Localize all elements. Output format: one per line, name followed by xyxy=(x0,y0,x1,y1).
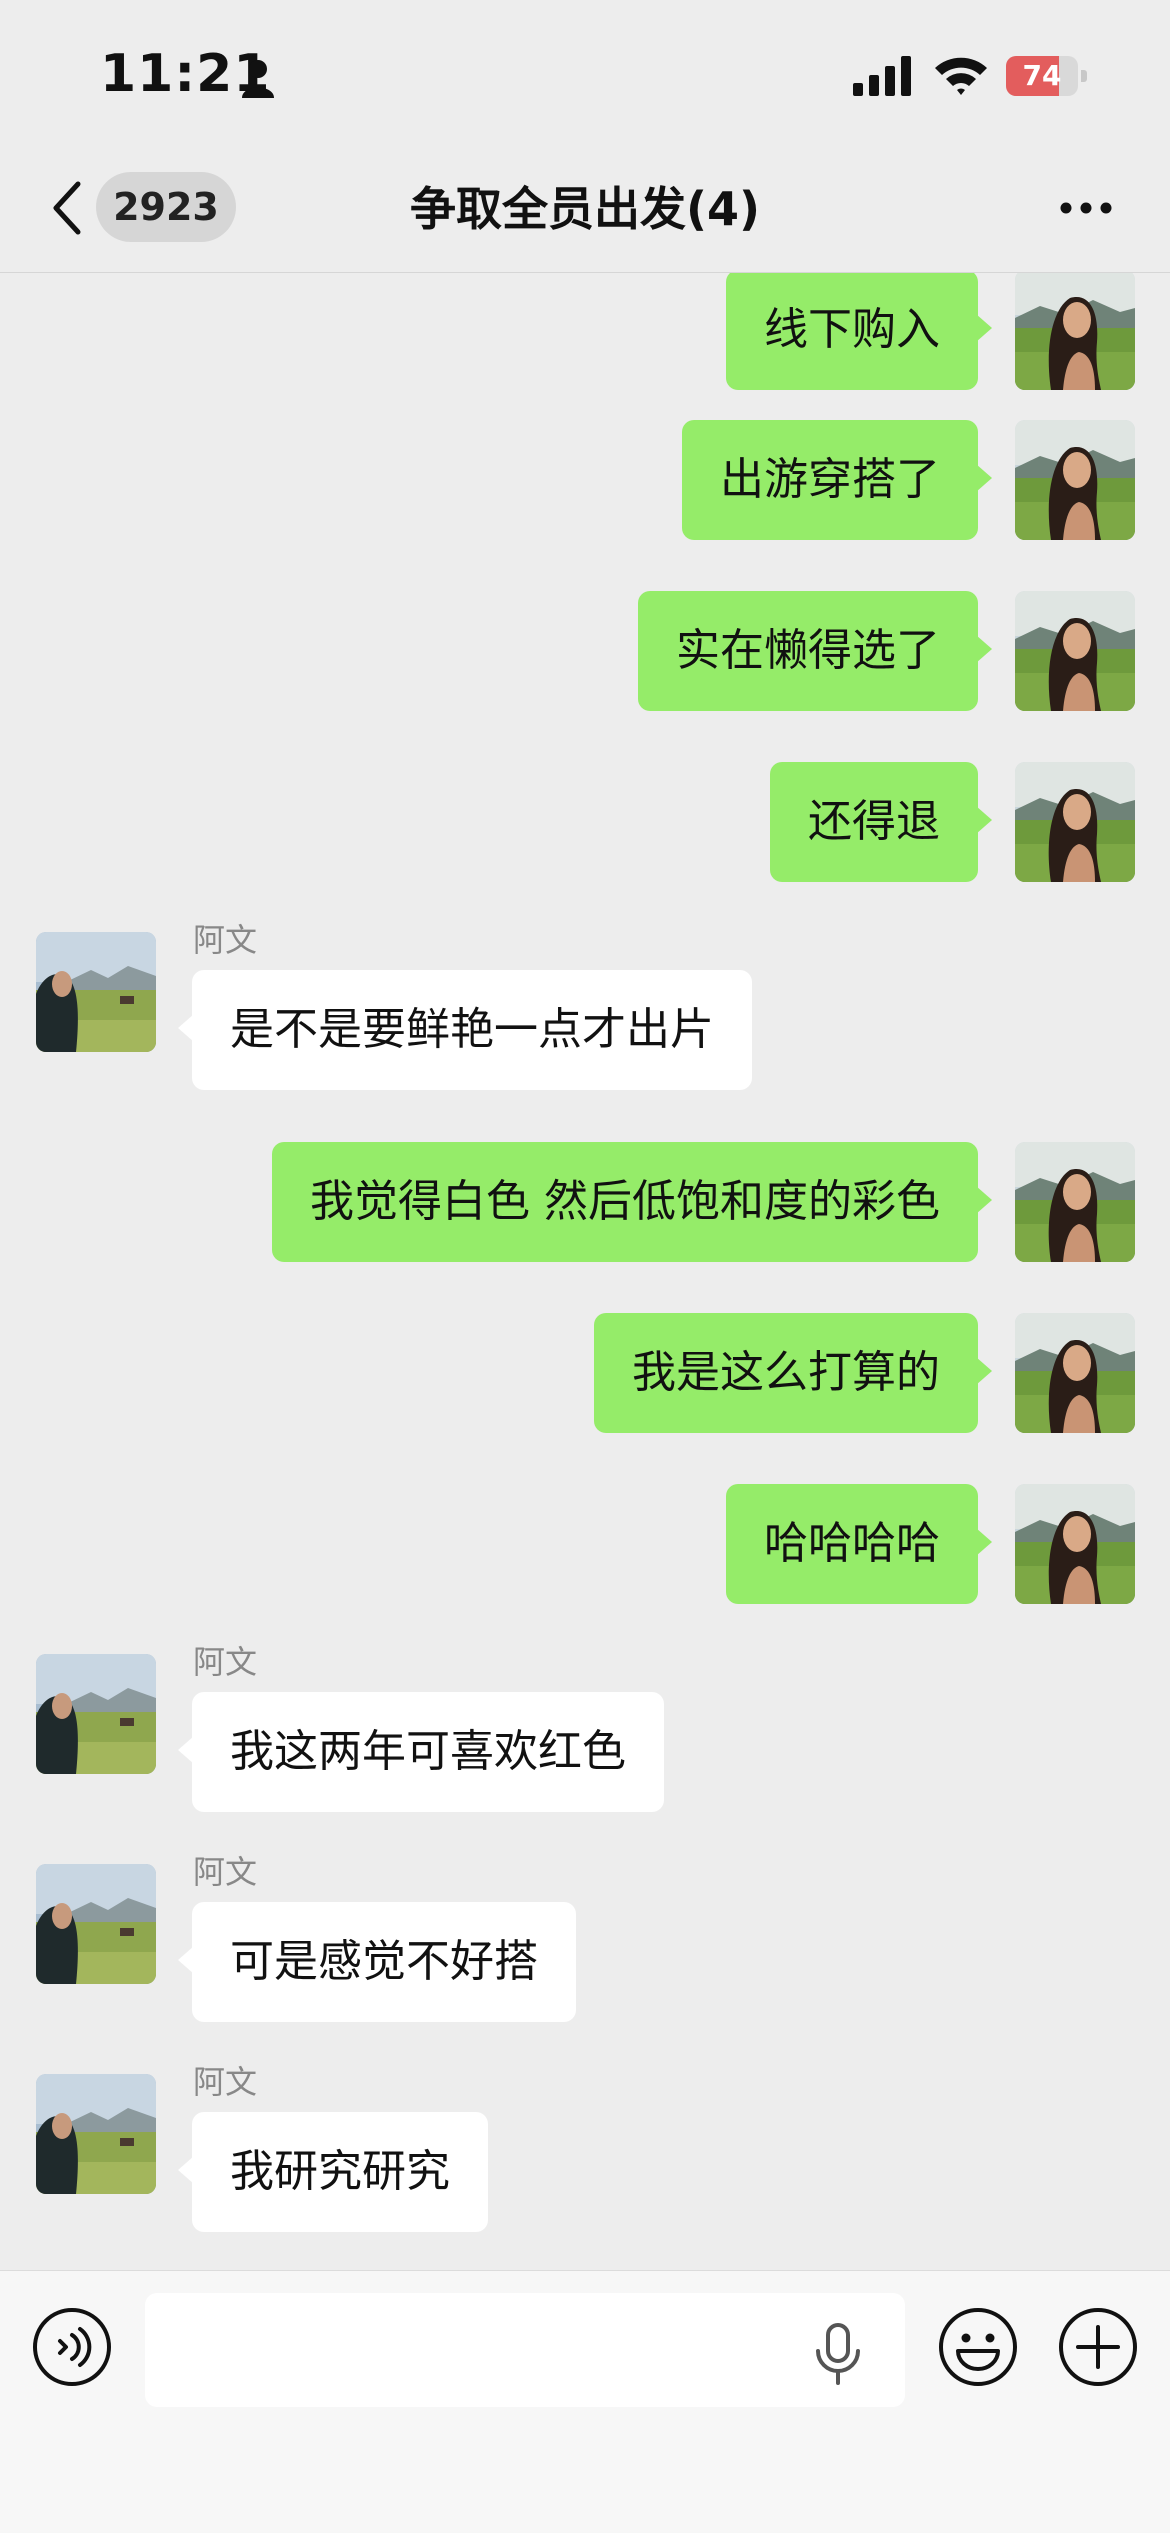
message-row: 阿文 我这两年可喜欢红色 xyxy=(0,1642,1170,1842)
sender-name: 阿文 xyxy=(193,1853,258,1891)
battery-level: 74 xyxy=(1022,59,1062,92)
message-bubble[interactable]: 我研究研究 xyxy=(178,2112,488,2232)
self-avatar[interactable] xyxy=(1015,591,1135,711)
message-row: 阿文 我研究研究 xyxy=(0,2062,1170,2262)
ellipsis-icon[interactable] xyxy=(1058,200,1114,216)
input-bar xyxy=(0,2270,1170,2533)
status-bar: 11:21 74 xyxy=(0,0,1170,150)
chat-title: 争取全员出发(4) xyxy=(409,182,761,236)
self-avatar[interactable] xyxy=(1015,1313,1135,1433)
self-avatar[interactable] xyxy=(1015,1484,1135,1604)
message-bubble[interactable]: 线下购入 xyxy=(726,273,992,390)
chevron-left-icon[interactable] xyxy=(46,178,86,238)
message-bubble[interactable]: 实在懒得选了 xyxy=(638,591,992,711)
self-avatar[interactable] xyxy=(1015,762,1135,882)
other-avatar[interactable] xyxy=(36,932,156,1052)
microphone-icon[interactable] xyxy=(812,2323,864,2385)
message-bubble[interactable]: 还得退 xyxy=(770,762,992,882)
message-input[interactable] xyxy=(145,2293,905,2407)
self-avatar[interactable] xyxy=(1015,1142,1135,1262)
message-bubble[interactable]: 是不是要鲜艳一点才出片 xyxy=(178,970,752,1090)
message-row: 阿文 可是感觉不好搭 xyxy=(0,1852,1170,2052)
emoji-icon[interactable] xyxy=(938,2307,1018,2387)
other-avatar[interactable] xyxy=(36,1864,156,1984)
message-bubble[interactable]: 可是感觉不好搭 xyxy=(178,1902,576,2022)
message-bubble[interactable]: 我觉得白色 然后低饱和度的彩色 xyxy=(272,1142,992,1262)
other-avatar[interactable] xyxy=(36,2074,156,2194)
sender-name: 阿文 xyxy=(193,1643,258,1681)
wifi-icon xyxy=(935,57,987,95)
message-bubble[interactable]: 我是这么打算的 xyxy=(594,1313,992,1433)
other-avatar[interactable] xyxy=(36,1654,156,1774)
sender-name: 阿文 xyxy=(193,2063,258,2101)
message-bubble[interactable]: 出游穿搭了 xyxy=(682,420,992,540)
chat-header: 2923 争取全员出发(4) xyxy=(0,150,1170,273)
message-bubble[interactable]: 哈哈哈哈 xyxy=(726,1484,992,1604)
message-bubble[interactable]: 我这两年可喜欢红色 xyxy=(178,1692,664,1812)
plus-icon[interactable] xyxy=(1058,2307,1138,2387)
message-list[interactable]: 线下购入 出游穿搭了 实在懒得选了 还得退 阿文 是不是要鲜艳一点才出片 我觉得… xyxy=(0,273,1170,2269)
message-row: 阿文 是不是要鲜艳一点才出片 xyxy=(0,920,1170,1120)
self-avatar[interactable] xyxy=(1015,420,1135,540)
unread-count-badge[interactable]: 2923 xyxy=(96,172,236,242)
cellular-signal-icon xyxy=(853,56,911,96)
voice-mode-icon[interactable] xyxy=(32,2307,112,2387)
sender-name: 阿文 xyxy=(193,921,258,959)
self-avatar[interactable] xyxy=(1015,273,1135,390)
person-icon xyxy=(242,60,274,98)
battery-icon: 74 xyxy=(1006,56,1088,98)
